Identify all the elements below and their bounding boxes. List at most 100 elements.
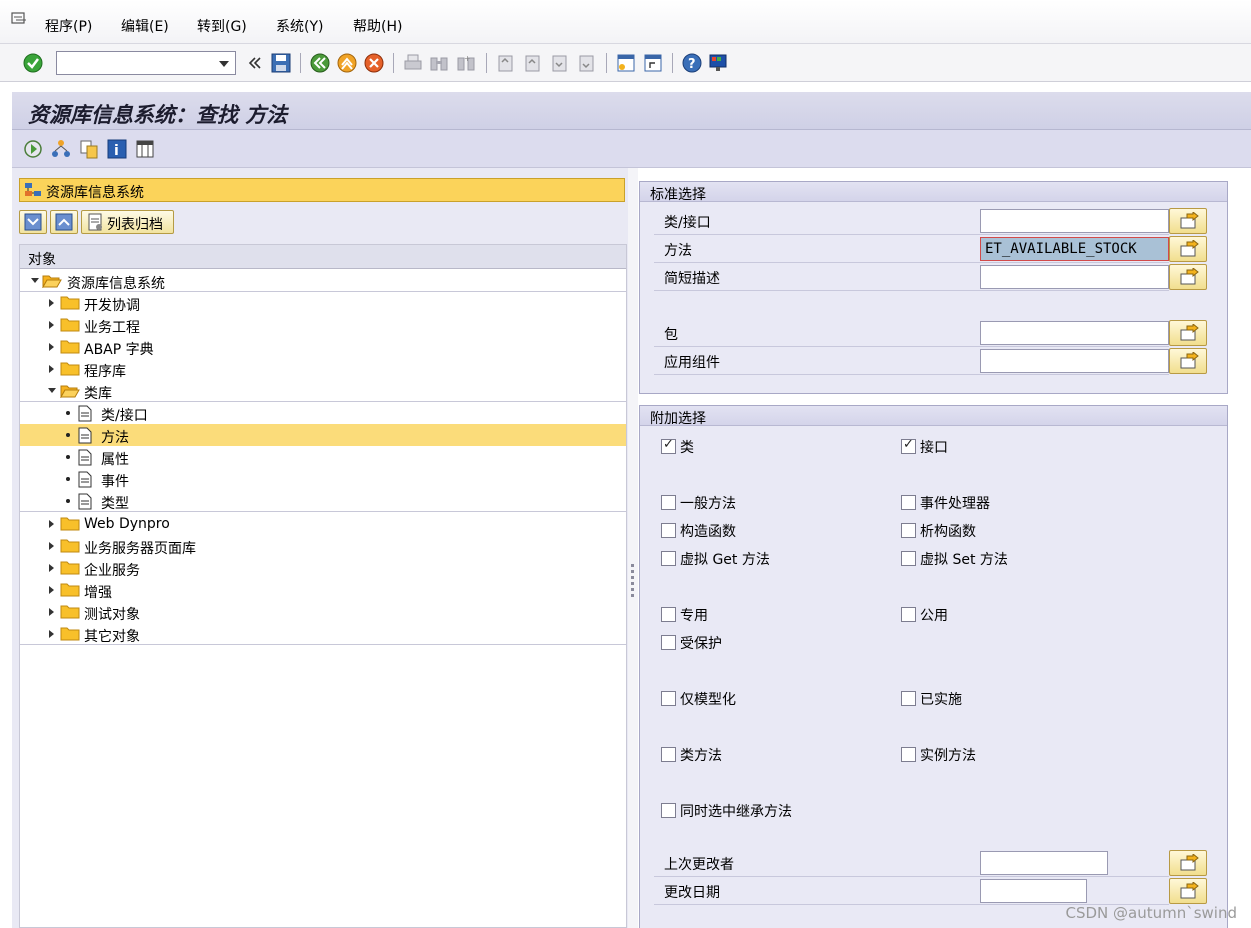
tree-node-repository[interactable]: 资源库信息系统 <box>20 270 626 292</box>
instance-method-checkbox[interactable] <box>901 747 916 762</box>
find-next-icon[interactable]: + <box>455 52 477 74</box>
last-changed-by-input[interactable] <box>980 851 1108 875</box>
field-label: 方法 <box>664 243 692 259</box>
collapsed-arrow-icon[interactable] <box>49 343 54 351</box>
create-shortcut-icon[interactable] <box>642 52 664 74</box>
tree-node-test-objects[interactable]: 测试对象 <box>20 601 626 623</box>
short-description-input[interactable] <box>980 265 1169 289</box>
other-object-icon[interactable] <box>78 138 100 160</box>
inherited-methods-checkbox[interactable] <box>661 803 676 818</box>
virtual-get-checkbox[interactable] <box>661 551 676 566</box>
exit-icon[interactable] <box>336 52 358 74</box>
application-component-input[interactable] <box>980 349 1169 373</box>
tree-node-dev-coordination[interactable]: 开发协调 <box>20 292 626 314</box>
previous-page-icon[interactable] <box>522 52 544 74</box>
collapsed-arrow-icon[interactable] <box>49 586 54 594</box>
collapsed-arrow-icon[interactable] <box>49 365 54 373</box>
tree-node-abap-dictionary[interactable]: ABAP 字典 <box>20 336 626 358</box>
general-method-checkbox[interactable] <box>661 495 676 510</box>
destructor-checkbox[interactable] <box>901 523 916 538</box>
checkbox-label: 仅模型化 <box>680 692 736 708</box>
tree-node-program-library[interactable]: 程序库 <box>20 358 626 380</box>
constructor-checkbox[interactable] <box>661 523 676 538</box>
implemented-checkbox[interactable] <box>901 691 916 706</box>
find-icon[interactable] <box>428 52 450 74</box>
collapsed-arrow-icon[interactable] <box>49 299 54 307</box>
package-input[interactable] <box>980 321 1169 345</box>
changed-on-input[interactable] <box>980 879 1087 903</box>
collapsed-arrow-icon[interactable] <box>49 321 54 329</box>
collapsed-arrow-icon[interactable] <box>49 564 54 572</box>
help-icon[interactable]: ? <box>681 52 703 74</box>
class-method-checkbox[interactable] <box>661 747 676 762</box>
back-icon[interactable] <box>309 52 331 74</box>
public-checkbox[interactable] <box>901 607 916 622</box>
interface-checkbox[interactable]: ✓ <box>901 437 916 454</box>
tree-node-class-interface[interactable]: 类/接口 <box>20 402 626 424</box>
dropdown-arrow-icon[interactable] <box>219 61 229 67</box>
last-page-icon[interactable] <box>576 52 598 74</box>
menu-system[interactable]: 系统(Y) <box>276 16 323 36</box>
collapse-left-icon[interactable] <box>244 52 266 74</box>
system-menu-icon[interactable] <box>10 11 28 27</box>
next-page-icon[interactable] <box>549 52 571 74</box>
list-archive-button[interactable]: 列表归档 <box>81 210 174 234</box>
tree-node-business-engineering[interactable]: 业务工程 <box>20 314 626 336</box>
field-row-application-component: 应用组件 <box>654 347 1169 375</box>
hierarchy-icon[interactable] <box>50 138 72 160</box>
tree-node-web-dynpro[interactable]: Web Dynpro <box>20 513 626 535</box>
command-field[interactable] <box>56 51 236 75</box>
save-icon[interactable] <box>270 52 292 74</box>
expanded-arrow-icon[interactable] <box>48 388 56 393</box>
separator <box>300 53 301 73</box>
protected-checkbox[interactable] <box>661 635 676 650</box>
menu-goto[interactable]: 转到(G) <box>197 16 247 36</box>
modeled-only-checkbox[interactable] <box>661 691 676 706</box>
private-checkbox[interactable] <box>661 607 676 622</box>
expand-all-button[interactable] <box>19 210 47 234</box>
tree-node-method[interactable]: 方法 <box>20 424 626 446</box>
multiple-selection-button[interactable] <box>1169 878 1207 904</box>
multiple-selection-button[interactable] <box>1169 850 1207 876</box>
tree-node-attribute[interactable]: 属性 <box>20 446 626 468</box>
menu-program[interactable]: 程序(P) <box>45 16 92 36</box>
layout-menu-icon[interactable] <box>707 52 729 74</box>
multiple-selection-button[interactable] <box>1169 236 1207 262</box>
class-interface-input[interactable] <box>980 209 1169 233</box>
execute-icon[interactable] <box>22 138 44 160</box>
folder-icon <box>60 605 80 619</box>
tree-node-other-objects[interactable]: 其它对象 <box>20 623 626 645</box>
class-checkbox[interactable]: ✓ <box>661 437 676 454</box>
new-session-icon[interactable] <box>615 52 637 74</box>
event-handler-checkbox[interactable] <box>901 495 916 510</box>
tree-node-class-library[interactable]: 类库 <box>20 380 626 402</box>
repository-header[interactable]: 资源库信息系统 <box>19 178 625 202</box>
table-view-icon[interactable] <box>134 138 156 160</box>
field-label: 更改日期 <box>664 885 720 901</box>
collapse-all-button[interactable] <box>50 210 78 234</box>
expanded-arrow-icon[interactable] <box>31 278 39 283</box>
cancel-icon[interactable] <box>363 52 385 74</box>
method-input[interactable]: ET_AVAILABLE_STOCK <box>980 237 1169 261</box>
tree-node-event[interactable]: 事件 <box>20 468 626 490</box>
tree-node-enterprise-services[interactable]: 企业服务 <box>20 557 626 579</box>
print-icon[interactable] <box>402 52 424 74</box>
menu-edit[interactable]: 编辑(E) <box>121 16 169 36</box>
tree-node-bsp-library[interactable]: 业务服务器页面库 <box>20 535 626 557</box>
multiple-selection-button[interactable] <box>1169 264 1207 290</box>
virtual-set-checkbox[interactable] <box>901 551 916 566</box>
tree-node-type[interactable]: 类型 <box>20 490 626 512</box>
collapsed-arrow-icon[interactable] <box>49 520 54 528</box>
multiple-selection-button[interactable] <box>1169 320 1207 346</box>
enter-check-icon[interactable] <box>22 52 44 74</box>
panel-splitter[interactable] <box>628 168 638 928</box>
tree-node-enhancements[interactable]: 增强 <box>20 579 626 601</box>
collapsed-arrow-icon[interactable] <box>49 542 54 550</box>
collapsed-arrow-icon[interactable] <box>49 608 54 616</box>
collapsed-arrow-icon[interactable] <box>49 630 54 638</box>
multiple-selection-button[interactable] <box>1169 208 1207 234</box>
menu-help[interactable]: 帮助(H) <box>353 16 402 36</box>
info-icon[interactable]: i <box>106 138 128 160</box>
first-page-icon[interactable] <box>495 52 517 74</box>
multiple-selection-button[interactable] <box>1169 348 1207 374</box>
